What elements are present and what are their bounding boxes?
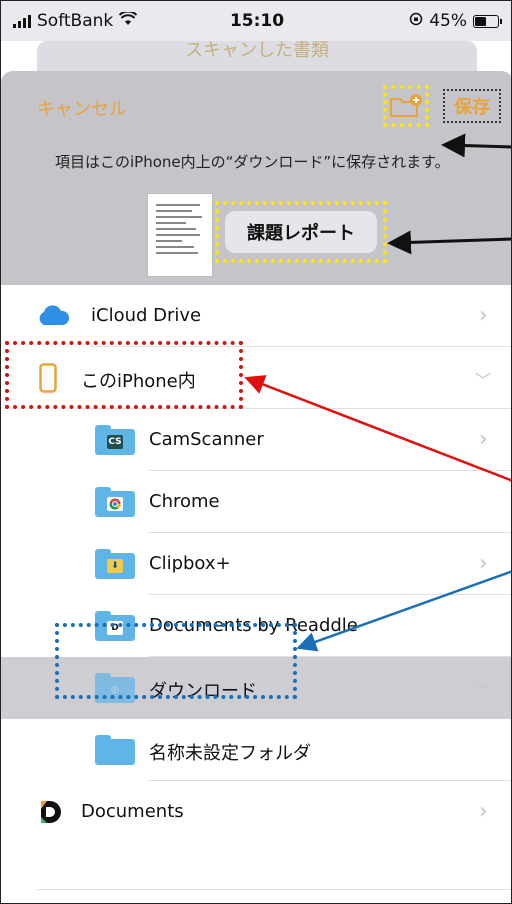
folder-label: CamScanner	[149, 429, 264, 450]
save-sheet-header: キャンセル 保存 項目はこのiPhone内上の“ダウンロード”に保存されます。 …	[1, 71, 511, 285]
documents-app-icon	[35, 797, 65, 827]
save-location-info: 項目はこのiPhone内上の“ダウンロード”に保存されます。	[55, 153, 450, 171]
list-item-label: Documents	[81, 801, 184, 822]
new-folder-icon	[390, 94, 422, 117]
untitled-folder-icon	[95, 735, 135, 765]
chevron-right-icon: ›	[479, 799, 488, 824]
chevron-right-icon: ›	[479, 551, 488, 576]
folder-item-camscanner[interactable]: CS CamScanner ›	[1, 409, 511, 471]
background-sheet-title: スキャンした書類	[185, 41, 329, 61]
document-thumbnail	[147, 193, 213, 277]
document-name-field[interactable]: 課題レポート	[225, 211, 377, 253]
red-highlight-box	[5, 341, 243, 409]
folder-item-untitled[interactable]: 名称未設定フォルダ	[1, 719, 511, 781]
chevron-down-icon: ﹀	[475, 681, 492, 700]
folder-label: Clipbox+	[149, 553, 231, 574]
blue-highlight-box	[55, 623, 297, 699]
list-item-icloud-drive[interactable]: iCloud Drive ›	[1, 285, 511, 347]
screen: SoftBank 15:10 45% スキャンした書類 キャンセル 保存 項目は…	[0, 0, 512, 904]
folder-label: Chrome	[149, 491, 220, 512]
folder-label: 名称未設定フォルダ	[149, 743, 311, 764]
list-item-documents[interactable]: Documents ›	[1, 781, 511, 843]
chevron-down-icon: ﹀	[475, 371, 492, 390]
folder-item-chrome[interactable]: Chrome	[1, 471, 511, 533]
icloud-icon	[39, 305, 70, 325]
clipbox-folder-icon: ⬇	[95, 549, 135, 579]
chevron-right-icon: ›	[479, 427, 488, 452]
list-item-label: iCloud Drive	[91, 305, 202, 326]
cancel-button[interactable]: キャンセル	[37, 95, 127, 121]
chevron-right-icon: ›	[479, 303, 488, 328]
battery-icon	[473, 14, 502, 28]
new-folder-button[interactable]	[383, 85, 429, 127]
orientation-lock-icon	[409, 11, 423, 31]
divider	[37, 889, 511, 890]
save-button[interactable]: 保存	[454, 93, 490, 119]
battery-percent: 45%	[429, 11, 467, 31]
chrome-folder-icon	[95, 487, 135, 517]
folder-item-clipbox[interactable]: ⬇ Clipbox+ ›	[1, 533, 511, 595]
status-bar: SoftBank 15:10 45%	[1, 1, 511, 41]
camscanner-folder-icon: CS	[95, 425, 135, 455]
